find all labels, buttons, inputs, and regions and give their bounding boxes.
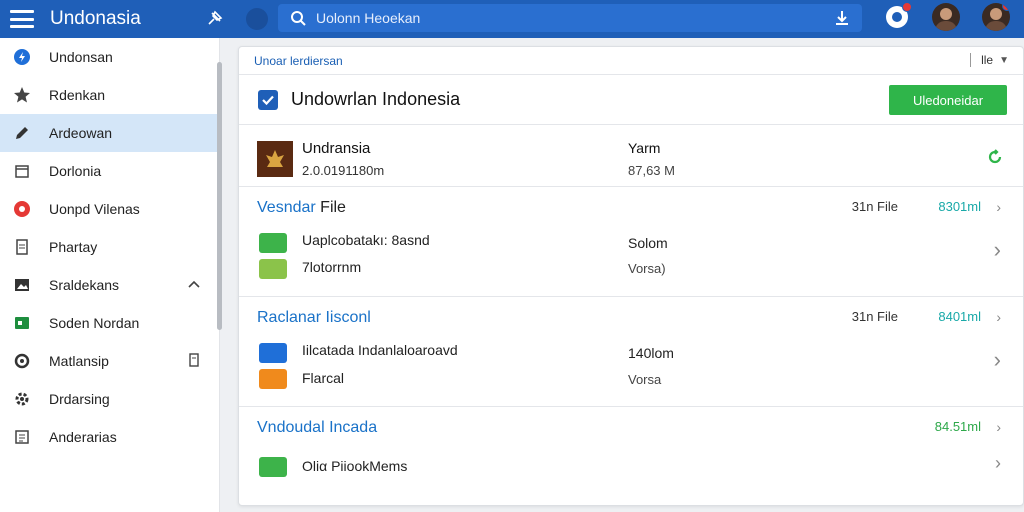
notification-button[interactable] [886, 2, 912, 28]
file-value: Solom [628, 235, 668, 251]
group-size: 8401ml [938, 309, 981, 324]
chevron-right-icon[interactable]: › [996, 309, 1001, 325]
file-name[interactable]: Uaplcobatakı: 8asnd [302, 232, 430, 248]
sidebar-item-undonsan[interactable]: Undonsan [0, 38, 219, 76]
download-panel: Unoar lerdiersan lle ▼ Undowrlan Indones… [238, 46, 1024, 506]
file-value: Vorsa) [628, 261, 666, 276]
app-file-icon [259, 457, 287, 477]
select-all-checkbox[interactable] [258, 89, 278, 110]
group-title[interactable]: Raclanar Iisconl [257, 309, 371, 327]
panel-header: Unoar lerdiersan lle ▼ [239, 47, 1023, 75]
sidebar-item-label: Dorlonia [49, 163, 102, 179]
refresh-icon[interactable] [987, 149, 1003, 165]
app-file-icon [259, 369, 287, 389]
panel-header-dropdown[interactable]: lle ▼ [970, 53, 1009, 67]
record-icon [12, 199, 32, 219]
chevron-right-icon[interactable]: › [994, 237, 1001, 263]
star-icon [12, 85, 32, 105]
package-thumbnail-icon [257, 141, 293, 177]
sidebar-item-uonpd[interactable]: Uonpd Vilenas [0, 190, 219, 228]
calendar-icon [12, 161, 32, 181]
sidebar-item-matlansip[interactable]: Matlansip [0, 342, 219, 380]
sidebar-item-rdenkan[interactable]: Rdenkan [0, 76, 219, 114]
file-name[interactable]: Iilcatada Indanlaloaroavd [302, 342, 458, 358]
file-name[interactable]: Flarcal [302, 370, 344, 386]
sidebar-item-label: Drdarsing [49, 391, 110, 407]
sidebar-item-sraldekans[interactable]: Sraldekans [0, 266, 219, 304]
arrow-circle-icon [12, 47, 32, 67]
chevron-right-icon[interactable]: › [994, 347, 1001, 373]
chevron-down-icon: ▼ [999, 54, 1009, 66]
file-group: Vesndar File 31n File 8301ml › Uaplcobat… [239, 187, 1023, 297]
sidebar-item-label: Phartay [49, 239, 98, 255]
summary-label: Yarm [628, 140, 661, 156]
chevron-right-icon[interactable]: › [996, 419, 1001, 435]
sidebar-item-label: Anderarias [49, 429, 117, 445]
sidebar-item-label: Sraldekans [49, 277, 120, 293]
sidebar: Undonsan Rdenkan Ardeowan Dorlonia Uonpd… [0, 38, 220, 512]
package-size: 2.0.0191180m [302, 163, 385, 178]
image-icon [12, 275, 32, 295]
group-title[interactable]: Vndoudal Incada [257, 419, 377, 437]
sidebar-item-label: Soden Nordan [49, 315, 140, 331]
app-file-icon [259, 259, 287, 279]
sidebar-item-label: Ardeowan [49, 125, 113, 141]
sidebar-item-label: Rdenkan [49, 87, 106, 103]
sidebar-item-phartay[interactable]: Phartay [0, 228, 219, 266]
group-size: 84.51ml [934, 419, 981, 434]
title-row: Undowrlan Indonesia Uledoneidar [239, 75, 1023, 125]
notification-badge [902, 2, 912, 12]
spreadsheet-icon [12, 313, 32, 333]
search-icon [288, 8, 308, 28]
download-icon[interactable] [832, 8, 852, 28]
primary-action-button[interactable]: Uledoneidar [889, 85, 1007, 115]
bell-icon [892, 12, 902, 22]
chevron-up-icon[interactable] [187, 277, 201, 291]
group-size: 8301ml [938, 199, 981, 214]
menu-icon[interactable] [10, 10, 34, 28]
page-title: Undowrlan Indonesia [291, 89, 461, 109]
search-bar[interactable]: Uolonn Heoekan [278, 4, 862, 32]
check-icon [262, 95, 274, 105]
user-avatar[interactable] [982, 3, 1010, 31]
file-value: Vorsa [628, 372, 662, 387]
app-file-icon [259, 343, 287, 363]
sidebar-item-label: Uonpd Vilenas [49, 201, 140, 217]
group-count: 31n File [851, 199, 898, 214]
document-icon [12, 237, 32, 257]
sidebar-item-anderarias[interactable]: Anderarias [0, 418, 219, 456]
sidebar-item-drdarsing[interactable]: Drdarsing [0, 380, 219, 418]
avatar[interactable] [932, 3, 960, 31]
panel-header-label[interactable]: Unoar lerdiersan [254, 54, 343, 68]
sidebar-item-label: Undonsan [49, 49, 113, 65]
location-icon [12, 351, 32, 371]
file-group: Vndoudal Incada 84.51ml › Oliα PiiookMem… [239, 407, 1023, 503]
group-count: 31n File [851, 309, 898, 324]
group-title[interactable]: Vesndar File [257, 199, 346, 217]
pin-icon[interactable] [204, 9, 224, 29]
chevron-right-icon[interactable]: › [996, 199, 1001, 215]
sidebar-item-soden-nordan[interactable]: Soden Nordan [0, 304, 219, 342]
file-value: 140lom [628, 345, 674, 361]
file-group: Raclanar Iisconl 31n File 8401ml › Iilca… [239, 297, 1023, 407]
package-name: Undransia [302, 140, 371, 157]
search-input[interactable]: Uolonn Heoekan [316, 10, 832, 26]
summary-row[interactable]: Undransia 2.0.0191180m Yarm 87,63 M [239, 125, 1023, 187]
app-title: Undonasia [50, 8, 141, 29]
notes-icon [12, 427, 32, 447]
app-file-icon [259, 233, 287, 253]
sidebar-item-dorlonia[interactable]: Dorlonia [0, 152, 219, 190]
file-name[interactable]: 7lotorrnm [302, 259, 361, 275]
sidebar-item-label: Matlansip [49, 353, 109, 369]
pencil-icon [12, 123, 32, 143]
file-icon[interactable] [187, 353, 201, 367]
file-name[interactable]: Oliα PiiookMems [302, 458, 407, 474]
gear-icon [12, 389, 32, 409]
dropdown-value: lle [981, 53, 994, 67]
sidebar-scrollbar[interactable] [217, 62, 222, 330]
chevron-right-icon[interactable]: › [995, 453, 1001, 474]
phone-icon[interactable] [246, 8, 268, 30]
sidebar-item-ardeowan[interactable]: Ardeowan [0, 114, 219, 152]
summary-value: 87,63 M [628, 163, 675, 178]
